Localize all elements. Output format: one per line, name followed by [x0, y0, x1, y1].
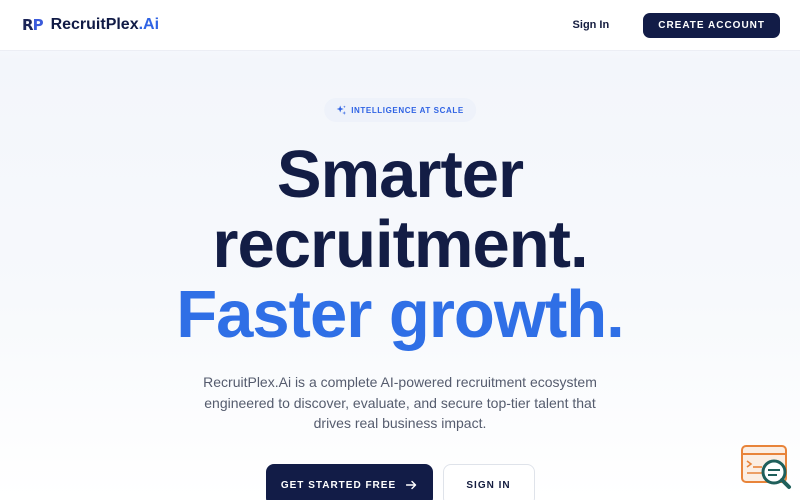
arrow-right-icon [406, 480, 417, 490]
brand-name-text: RecruitPlex [50, 16, 139, 33]
brand-name-suffix: .Ai [138, 16, 160, 33]
headline-line-1: Smarter [276, 137, 524, 212]
brand-logo-link[interactable]: RP RecruitPlex.Ai [22, 16, 159, 34]
nav-actions: Sign In CREATE ACCOUNT [573, 12, 780, 38]
hero-headline: Smarter recruitment. Faster growth. [0, 140, 800, 350]
brand-name: RecruitPlex.Ai [51, 16, 160, 34]
sparkle-icon [336, 105, 347, 115]
chat-widget-button[interactable] [740, 444, 792, 490]
logo-mark-r: R [22, 16, 34, 34]
intelligence-badge: INTELLIGENCE AT SCALE [324, 98, 476, 122]
get-started-button[interactable]: GET STARTED FREE [265, 464, 433, 500]
hero-description: RecruitPlex.Ai is a complete AI-powered … [203, 374, 597, 431]
hero-cta-group: GET STARTED FREE SIGN IN [0, 464, 800, 500]
create-account-button[interactable]: CREATE ACCOUNT [643, 12, 780, 38]
headline-line-3: Faster growth. [176, 277, 625, 352]
get-started-label: GET STARTED FREE [280, 479, 397, 491]
hero-sign-in-button[interactable]: SIGN IN [442, 464, 535, 500]
headline-line-2: recruitment. [212, 207, 588, 282]
badge-label: INTELLIGENCE AT SCALE [351, 105, 464, 115]
logo-mark-p: P [32, 16, 44, 34]
logo-mark: RP [22, 16, 44, 34]
chat-search-icon [741, 445, 791, 489]
nav-sign-in-link[interactable]: Sign In [573, 19, 610, 31]
top-navbar: RP RecruitPlex.Ai Sign In CREATE ACCOUNT [0, 0, 800, 50]
